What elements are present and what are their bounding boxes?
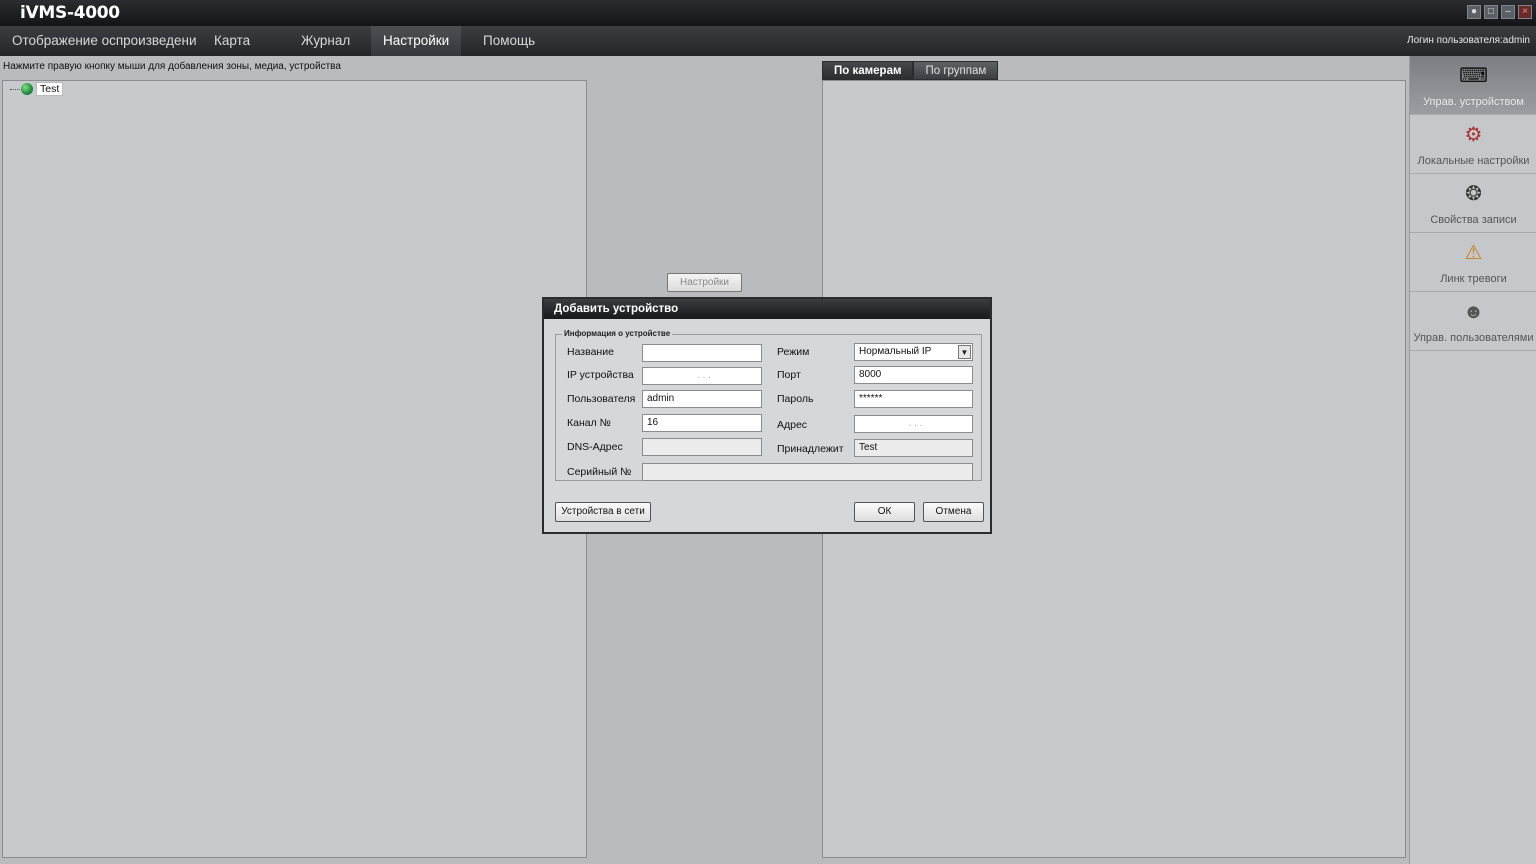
tree-connector [10,88,20,90]
hint-text: Нажмите правую кнопку мыши для добавлени… [3,61,341,72]
menu-map[interactable]: Карта [202,26,262,56]
lock-icon[interactable]: □ [1484,5,1498,19]
menu-settings[interactable]: Настройки [371,26,462,56]
sidebar-label: Линк тревоги [1440,273,1507,285]
dialog-title: Добавить устройство [544,299,990,319]
local-settings-icon: ⚙ [1464,124,1483,146]
tab-by-cameras[interactable]: По камерам [822,61,914,80]
device-manager-icon: ⌨ [1459,65,1488,87]
online-devices-button[interactable]: Устройства в сети [555,502,651,522]
dns-field[interactable] [642,438,762,456]
menu-bar: Отображение оспроизведени Карта Журнал Н… [0,26,1536,56]
menu-help[interactable]: Помощь [471,26,547,56]
ip-field[interactable]: . . . [642,367,762,385]
record-properties-icon: ❂ [1465,183,1482,205]
password-label: Пароль [777,393,814,405]
user-manager-icon: ☻ [1462,301,1485,323]
title-bar: iVMS-4000 ● □ – × [0,0,1536,26]
port-field[interactable]: 8000 [854,366,973,384]
user-icon[interactable]: ● [1467,5,1481,19]
serial-label: Серийный № [567,466,632,478]
globe-icon [21,83,33,95]
cancel-button[interactable]: Отмена [923,502,984,522]
menu-playback[interactable]: Отображение оспроизведени [0,26,209,56]
user-label: Пользователя [567,393,636,405]
sidebar-label: Управ. устройством [1423,96,1524,108]
address-label: Адрес [777,419,808,431]
name-label: Название [567,346,614,358]
login-info: Логин пользователя:admin [1407,35,1530,46]
sidebar-item-user-manager[interactable]: ☻ Управ. пользователями [1410,292,1536,351]
address-field[interactable]: . . . [854,415,973,433]
app-title: iVMS-4000 [20,3,120,23]
sidebar-item-device-manager[interactable]: ⌨ Управ. устройством [1410,56,1536,115]
address-value: . . . [908,418,923,429]
ip-value: . . . [697,370,711,381]
serial-field[interactable] [642,463,973,481]
mode-value: Нормальный IP [859,346,932,357]
minimize-icon[interactable]: – [1501,5,1515,19]
sidebar-label: Локальные настройки [1417,155,1530,167]
chevron-down-icon[interactable]: ▼ [958,345,971,359]
channel-field[interactable]: 16 [642,414,762,432]
belongs-field[interactable]: Test [854,439,973,457]
add-device-dialog: Добавить устройство Информация о устройс… [542,297,992,534]
settings-button[interactable]: Настройки [667,273,742,292]
password-field[interactable]: ****** [854,390,973,408]
menu-log[interactable]: Журнал [289,26,362,56]
channel-label: Канал № [567,417,611,429]
sidebar-label: Управ. пользователями [1413,332,1534,344]
belongs-label: Принадлежит [777,443,844,455]
mode-select[interactable]: Нормальный IP ▼ [854,343,973,361]
sidebar-item-record-properties[interactable]: ❂ Свойства записи [1410,174,1536,233]
ip-label: IP устройства [567,369,634,381]
dns-label: DNS-Адрес [567,441,623,453]
device-info-group-title: Информация о устройстве [562,329,673,338]
user-field[interactable]: admin [642,390,762,408]
view-tabs: По камерам По группам [822,61,999,80]
sidebar-item-local-settings[interactable]: ⚙ Локальные настройки [1410,115,1536,174]
sidebar-item-alarm-link[interactable]: ⚠ Линк тревоги [1410,233,1536,292]
alarm-link-icon: ⚠ [1464,242,1483,264]
mode-label: Режим [777,346,810,358]
ok-button[interactable]: ОК [854,502,915,522]
close-icon[interactable]: × [1518,5,1532,19]
port-label: Порт [777,369,801,381]
zone-tree-panel [2,80,587,858]
name-field[interactable] [642,344,762,362]
settings-sidebar: ⌨ Управ. устройством ⚙ Локальные настрой… [1409,56,1536,864]
sidebar-label: Свойства записи [1430,214,1517,226]
tree-root[interactable]: Test [10,82,64,96]
tab-by-groups[interactable]: По группам [913,61,999,80]
tree-root-label[interactable]: Test [36,82,64,96]
